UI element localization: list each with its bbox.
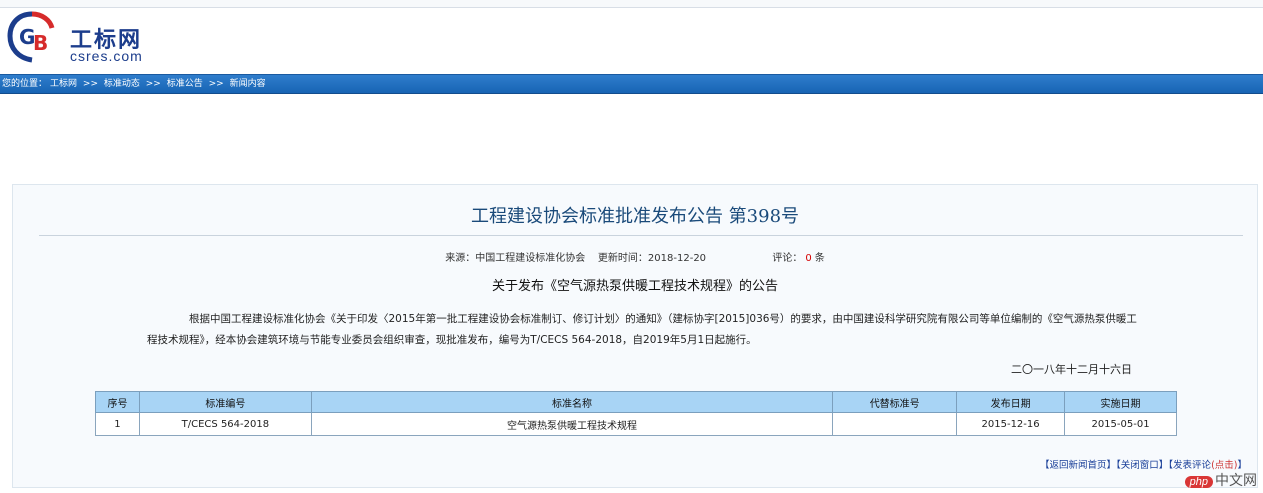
breadcrumb-item-announcements[interactable]: 标准公告 (167, 79, 203, 89)
article-meta: 来源：中国工程建设标准化协会 更新时间：2018-12-20 评论： 0 条 (13, 249, 1257, 264)
title-divider (39, 235, 1243, 236)
source-label: 来源： (445, 253, 476, 264)
breadcrumb-item-home[interactable]: 工标网 (50, 79, 77, 89)
breadcrumb-prefix: 您的位置： (2, 79, 48, 89)
breadcrumb-item-current: 新闻内容 (229, 79, 266, 89)
watermark-text: 中文网 (1215, 473, 1257, 489)
watermark: php 中文网 (1184, 470, 1257, 490)
cell-code[interactable]: T/CECS 564-2018 (138, 412, 312, 436)
breadcrumb-separator: >> (145, 79, 161, 89)
table-header-row: 序号 标准编号 标准名称 代替标准号 发布日期 实施日期 (95, 391, 1177, 413)
col-header-index: 序号 (95, 391, 140, 413)
page-title: 工程建设协会标准批准发布公告 第398号 (470, 206, 800, 227)
gb-logo-icon[interactable]: G B (6, 10, 58, 64)
cell-publish-date: 2015-12-16 (956, 412, 1066, 436)
top-strip (0, 0, 1263, 8)
table-row: 1 T/CECS 564-2018 空气源热泵供暖工程技术规程 2015-12-… (95, 412, 1177, 436)
comment-count: 0 (805, 253, 812, 264)
breadcrumb-separator: >> (208, 79, 224, 89)
standards-table: 序号 标准编号 标准名称 代替标准号 发布日期 实施日期 1 T/CECS 56… (95, 391, 1177, 436)
cell-effective-date: 2015-05-01 (1064, 412, 1177, 436)
col-header-name: 标准名称 (310, 391, 834, 413)
updated-value: 2018-12-20 (647, 253, 707, 264)
breadcrumb-item-news[interactable]: 标准动态 (104, 79, 140, 89)
announcement-body: 根据中国工程建设标准化协会《关于印发〈2015年第一批工程建设协会标准制订、修订… (147, 313, 1137, 346)
source-value: 中国工程建设标准化协会 (475, 253, 586, 264)
col-header-code: 标准编号 (138, 391, 312, 413)
cell-replaces (832, 412, 958, 436)
logo-domain[interactable]: csres.com (70, 48, 143, 64)
col-header-publish-date: 发布日期 (956, 391, 1066, 413)
footer-links: 【返回新闻首页】【关闭窗口】【发表评论(点击)】 (1040, 457, 1247, 471)
back-to-news-link[interactable]: 【返回新闻首页】 (1040, 460, 1116, 471)
breadcrumb-separator: >> (82, 79, 98, 89)
announcement-subtitle: 关于发布《空气源热泵供暖工程技术规程》的公告 (491, 279, 778, 294)
announcement-date: 二〇一八年十二月十六日 (1011, 363, 1132, 376)
updated-label: 更新时间： (597, 253, 648, 264)
article-panel: 工程建设协会标准批准发布公告 第398号 来源：中国工程建设标准化协会 更新时间… (12, 184, 1258, 488)
cell-index: 1 (95, 412, 140, 436)
comment-unit: 条 (814, 253, 825, 264)
breadcrumb: 您的位置： 工标网 >> 标准动态 >> 标准公告 >> 新闻内容 (0, 74, 1263, 94)
comment-label: 评论： (772, 253, 803, 264)
col-header-effective-date: 实施日期 (1064, 391, 1177, 413)
site-header: G B 工标网 csres.com (0, 8, 1263, 74)
col-header-replaces: 代替标准号 (832, 391, 958, 413)
watermark-badge: php (1184, 476, 1213, 488)
cell-name[interactable]: 空气源热泵供暖工程技术规程 (310, 412, 834, 436)
close-window-link[interactable]: 【关闭窗口】 (1116, 460, 1168, 471)
svg-text:B: B (33, 31, 48, 55)
